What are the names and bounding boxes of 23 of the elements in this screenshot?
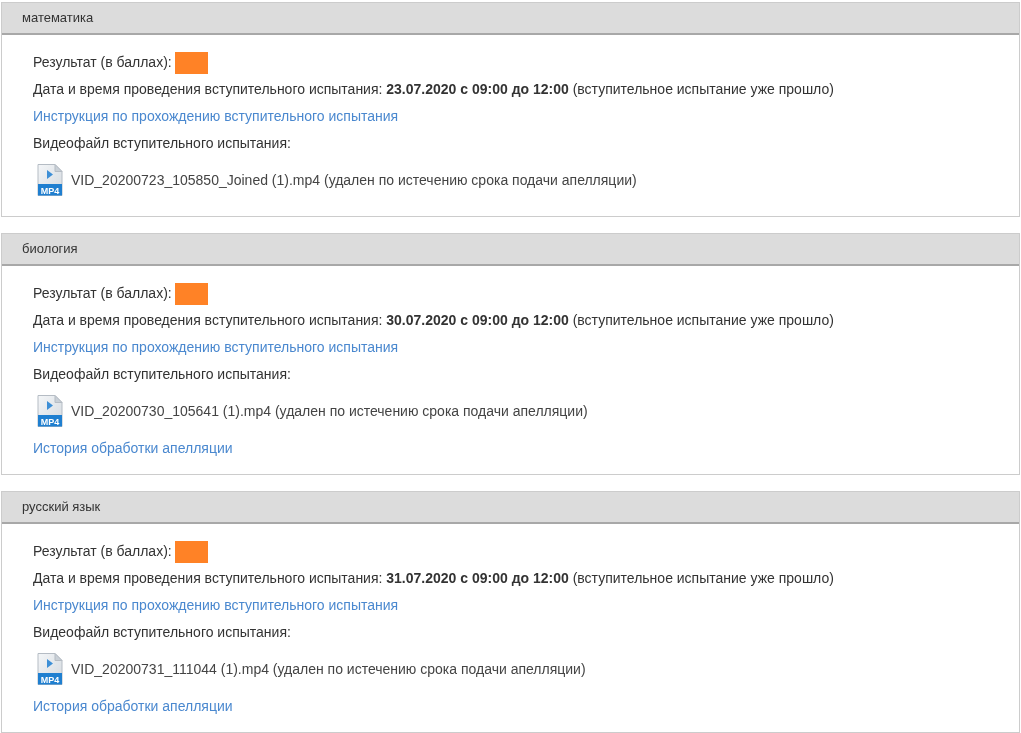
subject-title: математика (22, 9, 94, 28)
exam-date-text: Дата и время проведения вступительного испытания: 23.07.2020 с 09:00 до 12:00 (вступительное испытание уже прошло) (33, 80, 834, 99)
appeal-history-link[interactable]: История обработки апелляции (33, 696, 233, 717)
video-file-name: VID_20200731_111044 (1).mp4 (удален по истечению срока подачи апелляции) (71, 659, 586, 679)
exam-date-text: Дата и время проведения вступительного испытания: 30.07.2020 с 09:00 до 12:00 (вступительное испытание уже прошло) (33, 311, 834, 330)
exam-date-text: Дата и время проведения вступительного испытания: 31.07.2020 с 09:00 до 12:00 (вступительное испытание уже прошло) (33, 569, 834, 588)
instruction-link[interactable]: Инструкция по прохождению вступительного испытания (33, 106, 399, 127)
instruction-link[interactable]: Инструкция по прохождению вступительного испытания (33, 595, 399, 616)
result-label: Результат (в баллах): (33, 53, 172, 72)
appeal-history-link[interactable]: История обработки апелляции (33, 438, 233, 459)
video-label: Видеофайл вступительного испытания: (33, 365, 291, 384)
video-label: Видеофайл вступительного испытания: (33, 623, 291, 642)
mp4-file-icon: MP4 (37, 164, 63, 196)
result-label: Результат (в баллах): (33, 284, 172, 303)
video-file-name: VID_20200730_105641 (1).mp4 (удален по истечению срока подачи апелляции) (71, 401, 588, 421)
result-label: Результат (в баллах): (33, 542, 172, 561)
mp4-file-icon: MP4 (37, 395, 63, 427)
video-label: Видеофайл вступительного испытания: (33, 134, 291, 153)
subject-title: биология (22, 240, 78, 259)
subject-title: русский язык (22, 498, 101, 517)
video-file-name: VID_20200723_105850_Joined (1).mp4 (удален по истечению срока подачи апелляции) (71, 170, 637, 190)
instruction-link[interactable]: Инструкция по прохождению вступительного испытания (33, 337, 399, 358)
mp4-file-icon: MP4 (37, 653, 63, 685)
